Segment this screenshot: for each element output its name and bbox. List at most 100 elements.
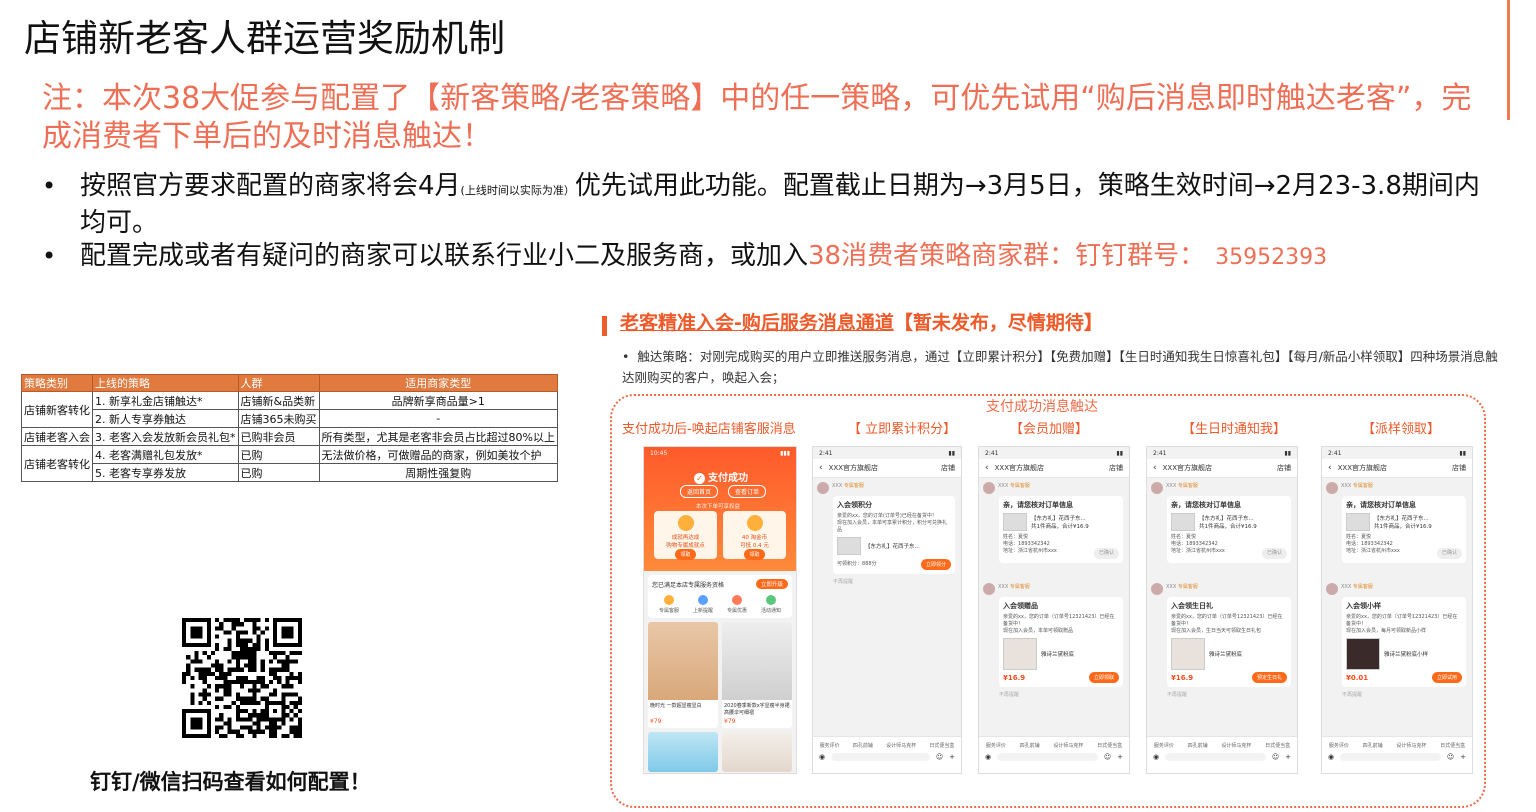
- emoji-icon[interactable]: ☺: [1447, 753, 1454, 761]
- reserve-gift-button[interactable]: 预定生日礼: [1251, 672, 1287, 683]
- product-image: [648, 622, 718, 700]
- not-remind[interactable]: 不再提醒: [1167, 691, 1297, 698]
- emoji-icon[interactable]: ☺: [936, 753, 943, 761]
- quick-tab[interactable]: 设计师马克杯: [886, 742, 916, 749]
- service-item[interactable]: 上新提醒: [693, 595, 713, 614]
- not-remind[interactable]: 不再提醒: [833, 578, 961, 585]
- quick-tab[interactable]: 日式便当盒: [1097, 742, 1122, 749]
- voice-icon[interactable]: ◉: [1328, 753, 1334, 761]
- plus-icon[interactable]: +: [1285, 753, 1291, 761]
- service-tag: 专属客服: [1352, 584, 1373, 590]
- plus-icon[interactable]: +: [1460, 753, 1466, 761]
- table-cell: 品牌新享商品量>1: [318, 391, 558, 410]
- bullet-contact-text: 配置完成或者有疑问的商家可以联系行业小二及服务商，或加入: [80, 241, 809, 271]
- card-line: 现在加入会员，生日当天可领取生日礼包: [1171, 628, 1262, 634]
- service-item[interactable]: 专属优惠: [727, 595, 747, 614]
- back-icon[interactable]: ‹: [985, 463, 989, 473]
- product-sub: 共1件商品，合计¥16.9: [1031, 524, 1089, 530]
- product-price: ¥79: [650, 718, 662, 725]
- confirmed-button[interactable]: 已确认: [1436, 548, 1462, 559]
- plus-icon[interactable]: +: [1117, 753, 1123, 761]
- phone-label: 【会员加赠】: [1010, 422, 1089, 437]
- not-remind[interactable]: 不再提醒: [999, 691, 1129, 698]
- message-meta: XXX 专属客服: [1341, 584, 1373, 590]
- status-bar: 2:41 ▮▮: [1322, 447, 1472, 459]
- product-name: 【东方礼】花西子东...: [1031, 516, 1086, 522]
- service-item[interactable]: 活动通知: [761, 595, 781, 614]
- status-time: 2:41: [1328, 449, 1342, 457]
- emoji-icon[interactable]: ☺: [1104, 753, 1111, 761]
- chat-input[interactable]: [1165, 753, 1266, 761]
- upgrade-button[interactable]: 立即升级: [755, 579, 788, 589]
- product-item[interactable]: [648, 732, 718, 772]
- plus-icon[interactable]: +: [949, 753, 955, 761]
- quick-tab[interactable]: 四孔前辅: [1020, 742, 1040, 749]
- not-remind[interactable]: 不再提醒: [1342, 691, 1472, 698]
- claim-button[interactable]: 领取: [744, 549, 765, 560]
- emoji-icon[interactable]: ☺: [1272, 753, 1279, 761]
- status-time: 2:41: [1153, 449, 1167, 457]
- product-item[interactable]: 晚时光 一款超显瘦显白 ¥79: [648, 622, 718, 728]
- phone-sample: 2:41 ▮▮ ‹ XXX官方旗舰店 店铺 XXX 专属客服 亲，请您核对订单信息 【…: [1321, 446, 1473, 774]
- chat-input[interactable]: [1340, 753, 1441, 761]
- pay-trigger-label: 支付成功消息触达: [984, 396, 1100, 416]
- table-row: 店铺老客转化 4. 老客满赠礼包发放* 已购 无法做价格，可做赠品的商家，例如美…: [21, 445, 558, 482]
- table-cell: 已购: [237, 463, 320, 482]
- product-image: [837, 537, 861, 555]
- card-line: 亲爱的xx，您的订单（订单号12321423）已经在备货中！: [1171, 614, 1283, 627]
- quick-tab[interactable]: 四孔前辅: [1363, 742, 1383, 749]
- status-bar: 2:41 ▮▮: [813, 447, 961, 459]
- product-caption: 2020春季新款ⅹ字显瘦半身裙高腰伞可细褶: [724, 703, 790, 716]
- back-icon[interactable]: ‹: [819, 463, 823, 473]
- quick-tab[interactable]: 服务评价: [1329, 742, 1349, 749]
- bullet-contact: • 配置完成或者有疑问的商家可以联系行业小二及服务商，或加入38消费者策略商家群…: [42, 240, 1492, 274]
- store-link[interactable]: 店铺: [1452, 463, 1466, 473]
- table-cell-category: 店铺新客转化: [21, 391, 93, 428]
- pay-success-header: 10:45 ▮▮▮ ✓ 支付成功 返回首页 查看订单 本次下单可享权益 成就再达成购…: [644, 447, 796, 571]
- store-name: XXX官方旗舰店: [1162, 464, 1212, 472]
- table-cell: 已购: [237, 445, 320, 464]
- name-value: 夏悦: [1186, 534, 1197, 540]
- service-item[interactable]: 专属客服: [659, 595, 679, 614]
- quick-tab[interactable]: 日式便当盒: [929, 742, 954, 749]
- try-now-button[interactable]: 立即试用: [1431, 672, 1462, 683]
- message-meta: XXX 专属客服: [832, 483, 864, 489]
- quick-tab[interactable]: 四孔前辅: [1188, 742, 1208, 749]
- back-icon[interactable]: ‹: [1153, 463, 1157, 473]
- quick-tab[interactable]: 设计师马克杯: [1053, 742, 1083, 749]
- confirmed-button[interactable]: 已确认: [1093, 548, 1119, 559]
- claim-gift-button[interactable]: 立即领取: [1088, 672, 1119, 683]
- product-item[interactable]: [722, 732, 792, 772]
- quick-tab[interactable]: 服务评价: [820, 742, 840, 749]
- card-title: 亲，请您核对订单信息: [1171, 501, 1241, 509]
- product-item[interactable]: 2020春季新款ⅹ字显瘦半身裙高腰伞可细褶 ¥79: [722, 622, 792, 728]
- quick-tab[interactable]: 四孔前辅: [853, 742, 873, 749]
- quick-tab[interactable]: 设计师马克杯: [1396, 742, 1426, 749]
- store-link[interactable]: 店铺: [941, 463, 955, 473]
- voice-icon[interactable]: ◉: [985, 753, 991, 761]
- avatar: [1151, 583, 1163, 595]
- table-row: 店铺新客转化 1. 新享礼金店铺触达* 店铺新&品类新 品牌新享商品量>1: [21, 391, 558, 428]
- phone-value: 1893342342: [1361, 541, 1393, 547]
- voice-icon[interactable]: ◉: [819, 753, 825, 761]
- store-link[interactable]: 店铺: [1109, 463, 1123, 473]
- back-home-button[interactable]: 返回首页: [680, 485, 719, 498]
- avatar: [983, 583, 995, 595]
- view-order-button[interactable]: 查看订单: [728, 485, 767, 498]
- chat-input[interactable]: [831, 753, 930, 761]
- voice-icon[interactable]: ◉: [1153, 753, 1159, 761]
- quick-tab[interactable]: 服务评价: [986, 742, 1006, 749]
- claim-button[interactable]: 领取: [675, 549, 696, 560]
- quick-tab[interactable]: 日式便当盒: [1265, 742, 1290, 749]
- chat-input[interactable]: [997, 753, 1098, 761]
- claim-points-button[interactable]: 立即领分: [920, 559, 951, 570]
- service-tag: 专属客服: [1177, 483, 1198, 489]
- quick-tab[interactable]: 日式便当盒: [1440, 742, 1465, 749]
- confirmed-button[interactable]: 已确认: [1261, 548, 1287, 559]
- phone-label-text: 电话：: [1171, 541, 1187, 547]
- store-link[interactable]: 店铺: [1277, 463, 1291, 473]
- product-price: ¥0.01: [1346, 673, 1369, 682]
- back-icon[interactable]: ‹: [1328, 463, 1332, 473]
- quick-tab[interactable]: 服务评价: [1154, 742, 1174, 749]
- quick-tab[interactable]: 设计师马克杯: [1221, 742, 1251, 749]
